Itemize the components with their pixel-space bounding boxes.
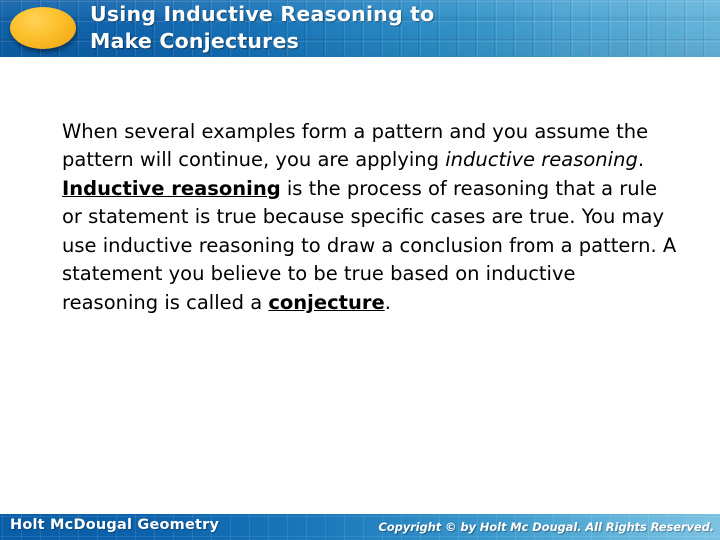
footer-book-title: Holt McDougal Geometry [10,517,220,533]
body-paragraph: When several examples form a pattern and… [62,118,677,318]
body-term-italic-inductive-reasoning: inductive reasoning [445,148,638,172]
yellow-ellipse-bullet-icon [10,7,76,49]
body-segment-plain-4: . [384,291,391,315]
slide-content-area: When several examples form a pattern and… [62,98,677,337]
page-title: Using Inductive Reasoning to Make Conjec… [90,2,435,53]
body-segment-plain-2: . [637,148,645,172]
body-term-bold-conjecture: conjecture [268,291,385,315]
slide-header-band: Using Inductive Reasoning to Make Conjec… [0,0,720,57]
footer-copyright: Copyright © by Holt Mc Dougal. All Right… [378,520,714,534]
slide-footer-band: Holt McDougal Geometry Copyright © by Ho… [0,514,720,540]
body-term-bold-inductive-reasoning: Inductive reasoning [62,176,281,200]
